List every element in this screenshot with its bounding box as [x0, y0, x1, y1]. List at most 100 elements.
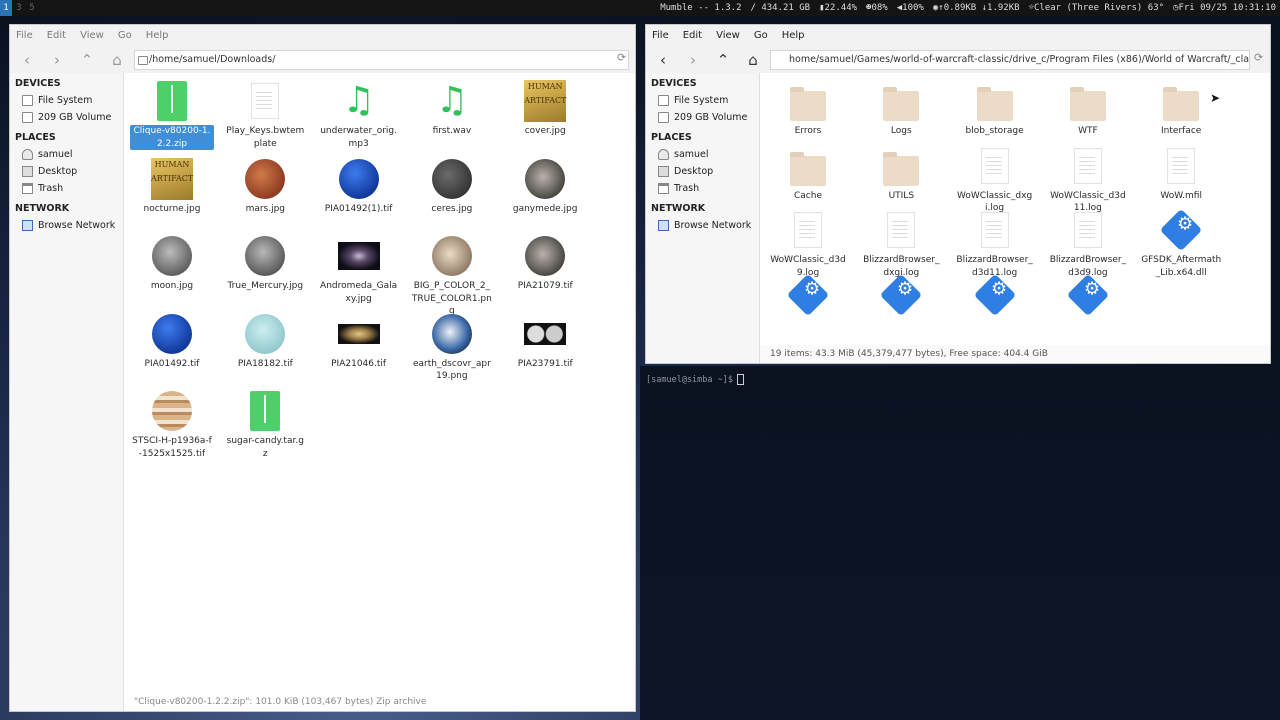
image-thumbnail	[431, 236, 472, 276]
file-item[interactable]: WTF	[1046, 79, 1130, 138]
sidebar-item-filesystem[interactable]: File System	[22, 95, 92, 106]
workspace-3[interactable]: 3	[13, 0, 25, 16]
file-item[interactable]: ganymede.jpg	[503, 157, 587, 216]
file-view[interactable]: Clique-v80200-1.2.2.zip Play_Keys.bwtempl…	[124, 73, 635, 711]
sidebar-item-browse-network[interactable]: Browse Network	[658, 220, 751, 231]
file-item[interactable]: STSCI-H-p1936a-f-1525x1525.tif	[130, 389, 214, 460]
menu-help[interactable]: Help	[146, 25, 169, 47]
file-name: blob_storage	[965, 126, 1024, 136]
image-thumbnail	[523, 312, 567, 356]
file-item[interactable]: HUMAN ARTIFACT cover.jpg	[503, 79, 587, 138]
status-clock: ◷ Fri 09/25 10:31:10	[1173, 0, 1276, 16]
menu-file[interactable]: File	[16, 25, 33, 47]
sidebar-item-volume[interactable]: 209 GB Volume	[658, 112, 747, 123]
file-item[interactable]	[859, 273, 943, 319]
file-item[interactable]: PIA21079.tif	[503, 234, 587, 293]
sidebar-item-desktop[interactable]: Desktop	[658, 166, 713, 177]
file-item[interactable]: PIA01492(1).tif	[317, 157, 401, 216]
file-item[interactable]	[1046, 273, 1130, 319]
file-item[interactable]: WoWClassic_d3d11.log	[1046, 144, 1130, 215]
image-thumbnail	[524, 322, 567, 345]
sidebar-item-volume[interactable]: 209 GB Volume	[22, 112, 111, 123]
file-item[interactable]: PIA23791.tif	[503, 312, 587, 371]
menu-edit[interactable]: Edit	[47, 25, 66, 47]
file-item[interactable]: Andromeda_Galaxy.jpg	[317, 234, 401, 305]
file-item[interactable]: HUMAN ARTIFACT nocturne.jpg	[130, 157, 214, 216]
workspace-5[interactable]: 5	[26, 0, 38, 16]
file-item[interactable]: PIA21046.tif	[317, 312, 401, 371]
image-thumbnail: HUMAN ARTIFACT	[524, 80, 566, 122]
forward-arrow-icon[interactable]: ›	[47, 51, 67, 69]
file-item[interactable]: PIA18182.tif	[223, 312, 307, 371]
folder-icon	[883, 151, 920, 186]
file-manager-wow: File Edit View Go Help ‹ › ⌃ ⌂ home/samu…	[645, 24, 1271, 364]
file-item[interactable]: sugar-candy.tar.gz	[223, 389, 307, 460]
file-item[interactable]: True_Mercury.jpg	[223, 234, 307, 293]
file-item[interactable]: BIG_P_COLOR_2_TRUE_COLOR1.png	[410, 234, 494, 318]
reload-icon[interactable]: ⟳	[617, 51, 626, 64]
file-item[interactable]: WoW.mfil	[1139, 144, 1223, 203]
file-item[interactable]: earth_dscovr_apr19.png	[410, 312, 494, 383]
sidebar-item-browse-network[interactable]: Browse Network	[22, 220, 115, 231]
image-thumbnail	[338, 158, 379, 199]
home-folder-icon	[658, 149, 669, 160]
file-item[interactable]: GFSDK_Aftermath_Lib.x64.dll	[1139, 208, 1223, 279]
sidebar-item-trash[interactable]: Trash	[22, 183, 63, 194]
file-item[interactable]: ceres.jpg	[410, 157, 494, 216]
location-bar[interactable]: home/samuel/Games/world-of-warcraft-clas…	[770, 50, 1250, 70]
file-item[interactable]: moon.jpg	[130, 234, 214, 293]
file-item[interactable]: WoWClassic_d3d9.log	[766, 208, 850, 279]
file-item[interactable]: blob_storage	[953, 79, 1037, 138]
file-item[interactable]	[953, 273, 1037, 319]
location-bar[interactable]: /home/samuel/Downloads/	[134, 50, 629, 70]
workspace-1[interactable]: 1	[0, 0, 12, 16]
file-item[interactable]	[766, 273, 850, 319]
sidebar-item-trash[interactable]: Trash	[658, 183, 699, 194]
terminal-window[interactable]: [samuel@simba ~]$	[640, 366, 1280, 720]
file-item[interactable]: PIA01492.tif	[130, 312, 214, 371]
menu-file[interactable]: File	[652, 25, 669, 47]
file-item[interactable]: ♫ first.wav	[410, 79, 494, 138]
back-arrow-icon[interactable]: ‹	[17, 51, 37, 69]
menu-go[interactable]: Go	[118, 25, 132, 47]
home-icon[interactable]: ⌂	[107, 51, 127, 69]
sidebar: DEVICES File System 209 GB Volume PLACES…	[10, 73, 124, 711]
menu-go[interactable]: Go	[754, 25, 768, 47]
up-arrow-icon[interactable]: ⌃	[713, 51, 733, 69]
file-name: moon.jpg	[150, 281, 194, 291]
menu-edit[interactable]: Edit	[683, 25, 702, 47]
file-item[interactable]: WoWClassic_dxgi.log	[953, 144, 1037, 215]
text-file-icon	[786, 208, 830, 252]
file-item[interactable]: BlizzardBrowser_dxgi.log	[859, 208, 943, 279]
menu-view[interactable]: View	[80, 25, 104, 47]
file-item[interactable]: Play_Keys.bwtemplate	[223, 79, 307, 150]
menu-view[interactable]: View	[716, 25, 740, 47]
trash-icon	[658, 183, 669, 194]
file-item[interactable]: BlizzardBrowser_d3d11.log	[953, 208, 1037, 279]
file-name: GFSDK_Aftermath_Lib.x64.dll	[1141, 255, 1222, 278]
text-file-icon	[243, 79, 287, 123]
file-item[interactable]: ♫ underwater_orig.mp3	[317, 79, 401, 150]
file-item[interactable]: BlizzardBrowser_d3d9.log	[1046, 208, 1130, 279]
file-item[interactable]: Errors	[766, 79, 850, 138]
home-icon[interactable]: ⌂	[743, 51, 763, 69]
network-icon	[22, 220, 33, 231]
sidebar-item-home[interactable]: samuel	[658, 149, 709, 160]
reload-icon[interactable]: ⟳	[1254, 51, 1263, 64]
menu-help[interactable]: Help	[782, 25, 805, 47]
file-item[interactable]: Interface	[1139, 79, 1223, 138]
sidebar-item-home[interactable]: samuel	[22, 149, 73, 160]
file-item[interactable]: UTILS	[859, 144, 943, 203]
file-item[interactable]: Cache	[766, 144, 850, 203]
up-arrow-icon[interactable]: ⌃	[77, 51, 97, 69]
file-item[interactable]: mars.jpg	[223, 157, 307, 216]
folder-icon	[973, 79, 1017, 123]
sidebar-item-desktop[interactable]: Desktop	[22, 166, 77, 177]
forward-arrow-icon[interactable]: ›	[683, 51, 703, 69]
back-arrow-icon[interactable]: ‹	[653, 51, 673, 69]
file-view[interactable]: Errors Logs blob_storage WTF Interface Cache U…	[760, 73, 1270, 345]
file-item[interactable]: Clique-v80200-1.2.2.zip	[130, 79, 214, 150]
sidebar-item-filesystem[interactable]: File System	[658, 95, 728, 106]
file-item[interactable]: Logs	[859, 79, 943, 138]
home-folder-icon	[22, 149, 33, 160]
